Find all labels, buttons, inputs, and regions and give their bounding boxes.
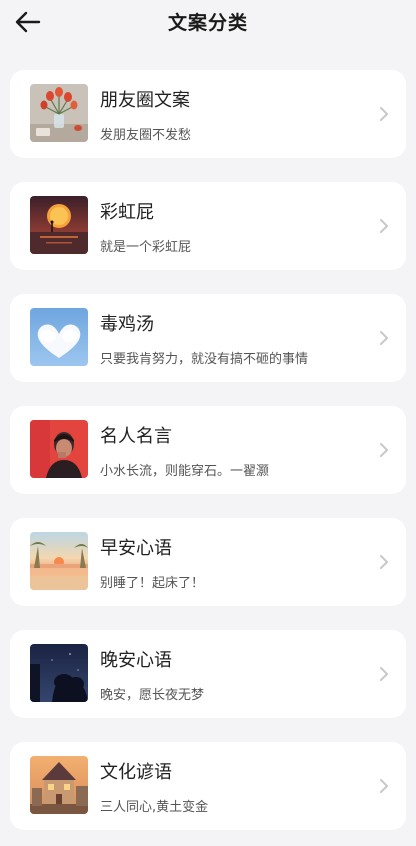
tulips-vase-image [30,84,88,142]
chevron-right-icon [380,667,388,681]
category-title: 名人名言 [100,426,172,447]
category-thumbnail [30,420,88,478]
category-card-poison-soup[interactable]: 毒鸡汤 只要我肯努力，就没有搞不砸的事情 [10,294,406,382]
category-thumbnail [30,196,88,254]
category-title: 文化谚语 [100,762,172,783]
category-subtitle: 小水长流，则能穿石。一翟灏 [100,464,270,479]
morning-beach-image [30,532,88,590]
category-card-good-night[interactable]: 晚安心语 晚安，愿长夜无梦 [10,630,406,718]
category-thumbnail [30,308,88,366]
category-thumbnail [30,756,88,814]
chevron-right-icon [380,219,388,233]
category-title: 朋友圈文案 [100,90,190,111]
category-title: 彩虹屁 [100,202,154,223]
sunset-sea-image [30,196,88,254]
category-title: 晚安心语 [100,650,172,671]
category-card-good-morning[interactable]: 早安心语 别睡了！起床了！ [10,518,406,606]
category-title: 毒鸡汤 [100,314,154,335]
page-title: 文案分类 [167,12,248,34]
header-bar: 文案分类 [0,0,416,56]
category-subtitle: 别睡了！起床了！ [100,576,205,591]
category-subtitle: 发朋友圈不发愁 [100,128,192,143]
chevron-right-icon [380,331,388,345]
chevron-right-icon [380,107,388,121]
chevron-right-icon [380,555,388,569]
heart-cloud-image [30,308,88,366]
category-card-rainbow-fart[interactable]: 彩虹屁 就是一个彩虹屁 [10,182,406,270]
category-card-proverbs[interactable]: 文化谚语 三人同心,黄土变金 [10,742,406,830]
category-thumbnail [30,644,88,702]
category-thumbnail [30,84,88,142]
category-card-moments[interactable]: 朋友圈文案 发朋友圈不发愁 [10,70,406,158]
category-thumbnail [30,532,88,590]
category-subtitle: 就是一个彩虹屁 [100,240,192,255]
chevron-right-icon [380,443,388,457]
man-portrait-image [30,420,88,478]
chevron-right-icon [380,779,388,793]
category-subtitle: 只要我肯努力，就没有搞不砸的事情 [100,352,309,367]
category-card-famous-quotes[interactable]: 名人名言 小水长流，则能穿石。一翟灏 [10,406,406,494]
category-subtitle: 晚安，愿长夜无梦 [100,688,205,703]
night-trees-image [30,644,88,702]
category-subtitle: 三人同心,黄土变金 [100,800,209,815]
category-title: 早安心语 [100,538,172,559]
old-house-image [30,756,88,814]
